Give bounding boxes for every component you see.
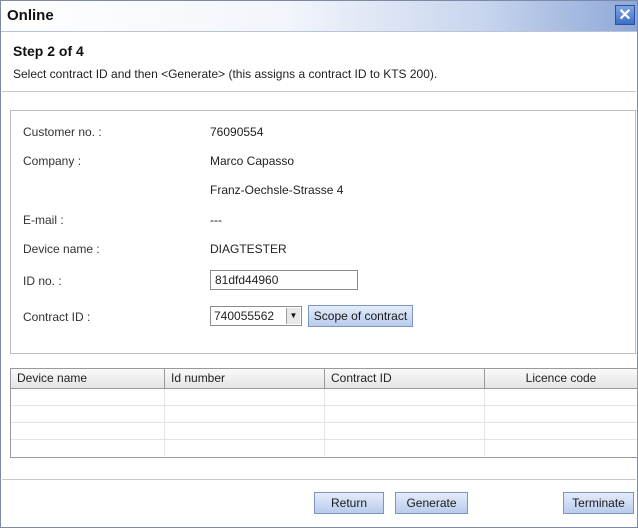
table-cell — [165, 423, 325, 439]
table-row[interactable] — [11, 389, 637, 406]
table-cell — [325, 389, 485, 405]
column-header-device-name[interactable]: Device name — [11, 369, 165, 388]
device-name-label: Device name : — [23, 242, 100, 256]
company-value: Marco Capasso — [210, 154, 295, 168]
id-no-field[interactable] — [210, 270, 358, 290]
table-cell — [165, 440, 325, 456]
column-header-id-number[interactable]: Id number — [165, 369, 325, 388]
table-cell — [485, 423, 637, 439]
table-cell — [485, 389, 637, 405]
table-cell — [11, 423, 165, 439]
customer-no-value: 76090554 — [210, 125, 264, 139]
table-cell — [11, 440, 165, 456]
company-address: Franz-Oechsle-Strasse 4 — [210, 183, 344, 197]
table-cell — [325, 406, 485, 422]
device-table: Device name Id number Contract ID Licenc… — [10, 368, 638, 458]
online-dialog: Online ✕ Step 2 of 4 Select contract ID … — [0, 0, 638, 528]
step-description: Select contract ID and then <Generate> (… — [13, 67, 438, 81]
contract-id-select[interactable]: 740055562 ▼ — [210, 306, 302, 326]
email-value: --- — [210, 213, 222, 227]
divider — [2, 91, 636, 92]
customer-info-panel: Customer no. : 76090554 Company : Marco … — [10, 110, 636, 354]
table-row[interactable] — [11, 440, 637, 457]
chevron-down-icon[interactable]: ▼ — [286, 308, 300, 324]
table-cell — [11, 389, 165, 405]
table-cell — [325, 423, 485, 439]
return-button[interactable]: Return — [314, 492, 384, 514]
company-label: Company : — [23, 154, 82, 168]
window-title: Online — [7, 7, 54, 24]
footer-divider — [2, 479, 636, 480]
device-name-value: DIAGTESTER — [210, 242, 287, 256]
table-row[interactable] — [11, 406, 637, 423]
table-cell — [325, 440, 485, 456]
customer-no-label: Customer no. : — [23, 125, 102, 139]
table-row[interactable] — [11, 423, 637, 440]
column-header-licence-code[interactable]: Licence code — [485, 369, 637, 388]
step-title: Step 2 of 4 — [13, 43, 84, 59]
column-header-contract-id[interactable]: Contract ID — [325, 369, 485, 388]
generate-button[interactable]: Generate — [395, 492, 468, 514]
close-icon[interactable]: ✕ — [615, 5, 635, 25]
table-cell — [485, 440, 637, 456]
email-label: E-mail : — [23, 213, 64, 227]
contract-id-selected: 740055562 — [214, 309, 275, 323]
table-cell — [11, 406, 165, 422]
title-bar: Online ✕ — [1, 1, 637, 32]
table-cell — [165, 406, 325, 422]
table-cell — [165, 389, 325, 405]
terminate-button[interactable]: Terminate — [563, 492, 634, 514]
scope-of-contract-button[interactable]: Scope of contract — [308, 305, 413, 327]
id-no-label: ID no. : — [23, 274, 62, 288]
table-cell — [485, 406, 637, 422]
contract-id-label: Contract ID : — [23, 310, 91, 324]
table-header: Device name Id number Contract ID Licenc… — [11, 369, 637, 389]
